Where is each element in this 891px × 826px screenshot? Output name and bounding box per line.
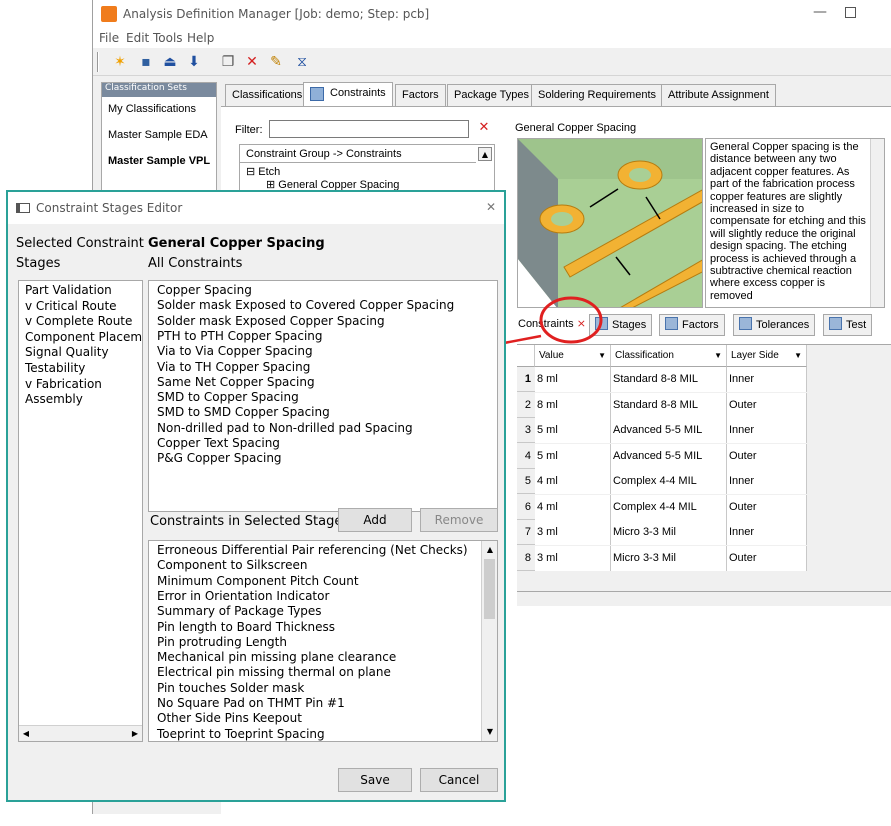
stage-item[interactable]: Part Validation bbox=[25, 283, 112, 297]
annotation-circle bbox=[539, 296, 603, 344]
dialog-window-icon bbox=[16, 203, 30, 213]
stage-item[interactable]: Signal Quality bbox=[25, 345, 109, 359]
scroll-right-icon[interactable]: ▶ bbox=[128, 727, 142, 741]
cancel-button[interactable]: Cancel bbox=[420, 768, 498, 792]
all-constraint-item[interactable]: PTH to PTH Copper Spacing bbox=[157, 329, 323, 343]
constraints-in-stage-label: Constraints in Selected Stage bbox=[150, 514, 343, 529]
all-constraint-item[interactable]: Via to Via Copper Spacing bbox=[157, 344, 313, 358]
stage-constraint-item[interactable]: Minimum Component Pitch Count bbox=[157, 574, 359, 588]
stage-item[interactable]: v Fabrication bbox=[25, 377, 102, 391]
add-button[interactable]: Add bbox=[338, 508, 412, 532]
stage-constraint-item[interactable]: Pin length to Board Thickness bbox=[157, 620, 335, 634]
stage-item[interactable]: Component Placeme bbox=[25, 330, 142, 344]
dialog-close-button[interactable]: ✕ bbox=[486, 200, 496, 214]
stage-constraints-scrollbar[interactable]: ▲ ▼ bbox=[481, 541, 497, 741]
selected-constraint-label: Selected Constraint bbox=[16, 236, 144, 251]
all-constraint-item[interactable]: Copper Spacing bbox=[157, 283, 252, 297]
remove-button[interactable]: Remove bbox=[420, 508, 498, 532]
constraint-name: General Copper Spacing bbox=[148, 236, 325, 251]
all-constraint-item[interactable]: Solder mask Exposed to Covered Copper Sp… bbox=[157, 298, 454, 312]
scroll-down-icon[interactable]: ▼ bbox=[483, 725, 497, 739]
stage-constraint-item[interactable]: Toeprint to Toeprint Spacing bbox=[157, 727, 325, 741]
stage-item[interactable]: Assembly bbox=[25, 392, 83, 406]
dialog-title: Constraint Stages Editor bbox=[36, 201, 183, 215]
scroll-up-icon[interactable]: ▲ bbox=[483, 543, 497, 557]
stage-item[interactable]: v Complete Route bbox=[25, 314, 132, 328]
all-constraint-item[interactable]: Solder mask Exposed Copper Spacing bbox=[157, 314, 385, 328]
all-constraints-label: All Constraints bbox=[148, 256, 243, 271]
stage-constraint-item[interactable]: Pin protruding Length bbox=[157, 635, 287, 649]
stages-label: Stages bbox=[16, 256, 61, 271]
stage-constraint-item[interactable]: Error in Orientation Indicator bbox=[157, 589, 329, 603]
scroll-left-icon[interactable]: ◀ bbox=[19, 727, 33, 741]
stage-constraint-item[interactable]: Component to Silkscreen bbox=[157, 558, 307, 572]
stage-constraint-item[interactable]: Pin touches Solder mask bbox=[157, 681, 304, 695]
stage-constraint-item[interactable]: Summary of Package Types bbox=[157, 604, 322, 618]
scroll-thumb[interactable] bbox=[484, 559, 495, 619]
all-constraint-item[interactable]: Non-drilled pad to Non-drilled pad Spaci… bbox=[157, 421, 413, 435]
all-constraints-list: Copper Spacing Solder mask Exposed to Cov… bbox=[148, 280, 498, 512]
save-button[interactable]: Save bbox=[338, 768, 412, 792]
stage-constraint-item[interactable]: No Square Pad on THMT Pin #1 bbox=[157, 696, 345, 710]
all-constraint-item[interactable]: SMD to SMD Copper Spacing bbox=[157, 405, 330, 419]
all-constraint-item[interactable]: Via to TH Copper Spacing bbox=[157, 360, 310, 374]
stages-list: Part Validation v Critical Route v Complet… bbox=[18, 280, 143, 742]
all-constraint-item[interactable]: SMD to Copper Spacing bbox=[157, 390, 299, 404]
stage-constraints-list: Erroneous Differential Pair referencing … bbox=[148, 540, 498, 742]
all-constraint-item[interactable]: Same Net Copper Spacing bbox=[157, 375, 315, 389]
constraint-stages-editor-dialog: Constraint Stages Editor ✕ Selected Cons… bbox=[6, 190, 506, 802]
stage-constraint-item[interactable]: Mechanical pin missing plane clearance bbox=[157, 650, 396, 664]
stages-hscrollbar[interactable]: ◀ ▶ bbox=[19, 725, 142, 741]
stage-item[interactable]: v Critical Route bbox=[25, 299, 117, 313]
stage-constraint-item[interactable]: Other Side Pins Keepout bbox=[157, 711, 302, 725]
dialog-title-bar: Constraint Stages Editor ✕ bbox=[8, 192, 504, 224]
all-constraint-item[interactable]: Copper Text Spacing bbox=[157, 436, 280, 450]
stage-item[interactable]: Testability bbox=[25, 361, 85, 375]
stage-constraint-item[interactable]: Electrical pin missing thermal on plane bbox=[157, 665, 391, 679]
stage-constraint-item[interactable]: Erroneous Differential Pair referencing … bbox=[157, 543, 468, 557]
all-constraint-item[interactable]: P&G Copper Spacing bbox=[157, 451, 282, 465]
